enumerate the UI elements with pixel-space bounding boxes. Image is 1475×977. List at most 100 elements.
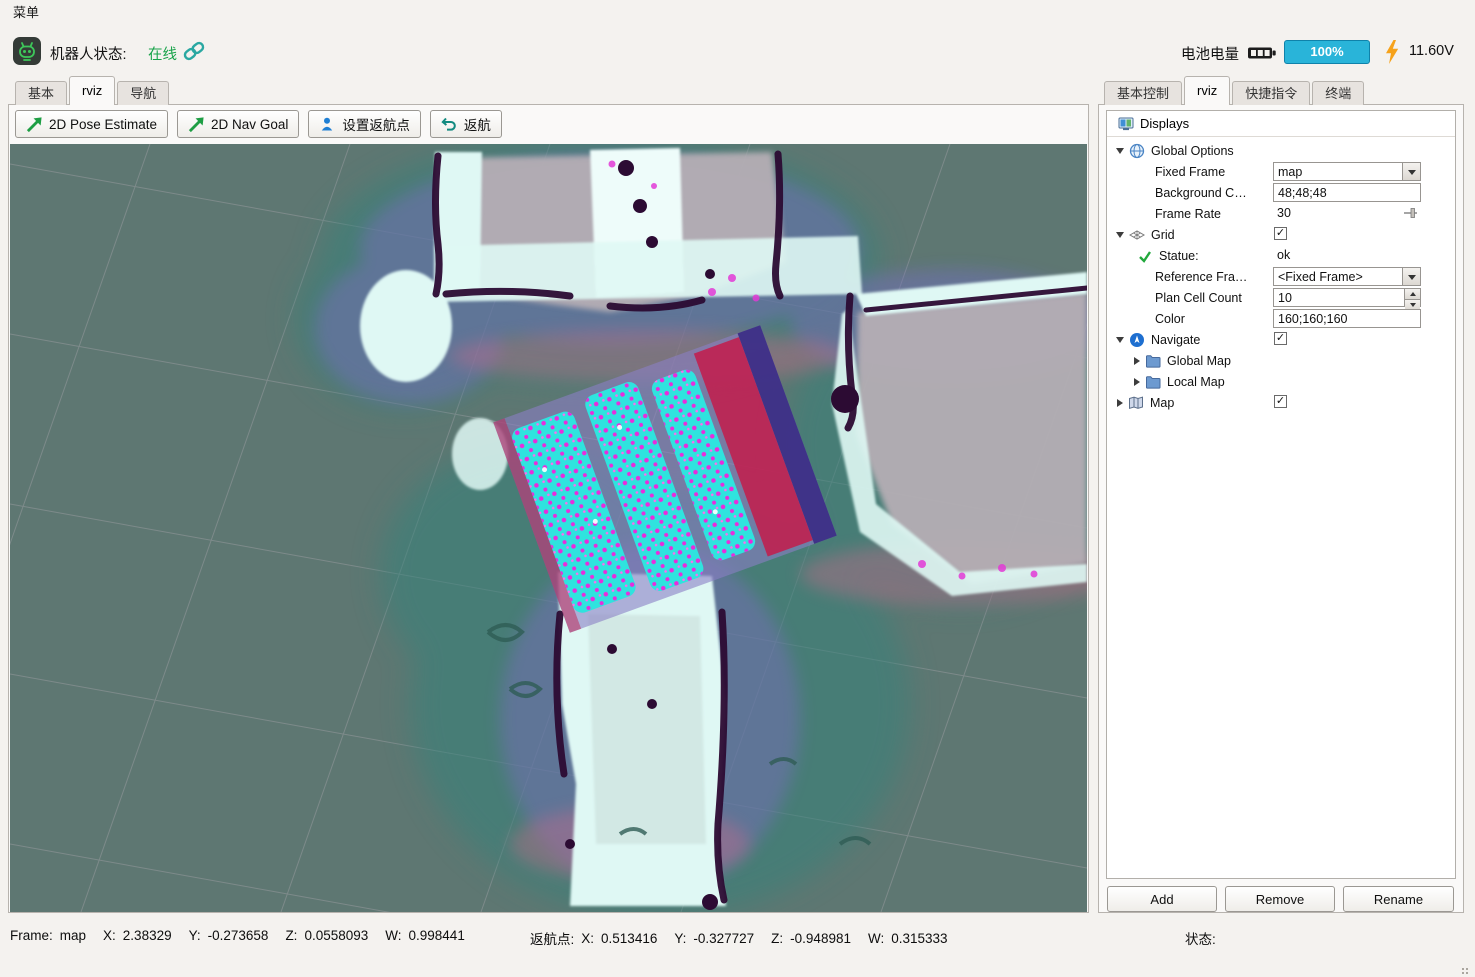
display-row-statue[interactable]: Statue: ok [1107,245,1455,266]
pose-estimate-label: 2D Pose Estimate [49,116,158,132]
pose-z-value: 0.0558093 [304,928,369,943]
home-point-status: 返航点: X: 0.513416 Y: -0.327727 Z: -0.9489… [530,928,965,948]
state-label: 状态: [1185,932,1216,947]
right-tab-bar: 基本控制 rviz 快捷指令 终端 [1104,76,1366,105]
pose-z-label: Z: [285,928,298,943]
home-y-label: Y: [674,930,687,946]
tab-basic[interactable]: 基本 [15,81,68,105]
display-row-global-map[interactable]: Global Map [1107,350,1455,371]
expander-icon[interactable] [1116,336,1124,343]
grid-checkbox[interactable] [1274,227,1287,240]
display-row-color[interactable]: Color 160;160;160 [1107,308,1455,329]
reference-frame-dropdown[interactable]: <Fixed Frame> [1273,267,1421,286]
display-row-plan-cell-count[interactable]: Plan Cell Count 10 [1107,287,1455,310]
set-home-label: 设置返航点 [342,118,410,133]
display-row-reference-frame[interactable]: Reference Fra… <Fixed Frame> [1107,266,1455,287]
pose-w-value: 0.998441 [408,928,465,943]
return-home-button[interactable]: 返航 [429,110,502,138]
displays-panel: Displays Global Options Fixed Frame map … [1106,110,1456,879]
display-row-background-color[interactable]: Background C… 48;48;48 [1107,182,1455,203]
home-z-label: Z: [771,930,784,946]
home-label: 返航点: [530,932,575,947]
expander-icon[interactable] [1134,377,1140,386]
resize-grip-icon[interactable] [1466,968,1468,970]
tab-rviz-panel[interactable]: rviz [1184,76,1231,105]
display-row-map[interactable]: Map [1107,392,1455,413]
rviz-3d-viewport[interactable] [10,144,1087,912]
set-home-button[interactable]: 设置返航点 [308,110,421,138]
home-x-value: 0.513416 [601,930,658,946]
dropdown-arrow-icon[interactable] [1402,268,1420,285]
displays-title: Displays [1140,116,1190,131]
app-window: { "menu": {"label": "菜单"}, "header": { "… [0,0,1475,977]
rviz-scene [10,144,1087,912]
background-color-field[interactable]: 48;48;48 [1273,183,1421,202]
home-y-value: -0.327727 [693,930,755,946]
remove-button[interactable]: Remove [1225,886,1335,912]
nav-goal-button[interactable]: 2D Nav Goal [177,110,300,138]
tab-navigation[interactable]: 导航 [117,81,170,105]
map-display-icon [1128,395,1144,411]
pose-estimate-button[interactable]: 2D Pose Estimate [15,110,169,138]
plan-cell-count-spinner[interactable]: 10 [1273,288,1421,310]
row-label: Statue: [1159,248,1199,263]
robot-status-label: 机器人状态: [50,47,127,63]
grid-display-icon [1129,227,1145,243]
row-label: Grid [1151,227,1175,242]
row-label: Frame Rate [1155,206,1221,221]
menu-bar: 菜单 [0,0,1475,26]
expander-icon[interactable] [1117,398,1123,407]
display-row-global-options[interactable]: Global Options [1107,140,1455,161]
expander-icon[interactable] [1116,231,1124,238]
set-home-person-icon [319,116,336,133]
fixed-frame-dropdown[interactable]: map [1273,162,1421,181]
map-checkbox[interactable] [1274,395,1287,408]
display-row-local-map[interactable]: Local Map [1107,371,1455,392]
color-field[interactable]: 160;160;160 [1273,309,1421,328]
frame-rate-value[interactable]: 30 [1277,206,1291,220]
frame-label: Frame: [10,928,53,943]
rename-button[interactable]: Rename [1343,886,1454,912]
row-label: Local Map [1167,374,1225,389]
display-row-fixed-frame[interactable]: Fixed Frame map [1107,161,1455,182]
rviz-view-panel: 2D Pose Estimate 2D Nav Goal 设置返航点 返航 [8,104,1089,913]
pose-y-label: Y: [188,928,201,943]
tab-basic-control[interactable]: 基本控制 [1104,81,1183,105]
pose-y-value: -0.273658 [207,928,269,943]
row-label: Global Options [1151,143,1234,158]
home-w-value: 0.315333 [891,930,948,946]
home-w-label: W: [867,930,885,946]
charging-bolt-icon [1384,39,1400,65]
frame-value: map [59,928,87,943]
voltage-value: 11.60V [1409,43,1454,59]
header: 机器人状态: 在线 电池电量 100% 11.60V [0,26,1475,78]
home-x-label: X: [581,930,595,946]
tab-rviz[interactable]: rviz [69,76,116,105]
return-arrow-icon [441,116,458,133]
row-label: Plan Cell Count [1155,290,1242,305]
row-label: Navigate [1151,332,1201,347]
spinner-value: 10 [1278,290,1292,305]
display-row-frame-rate[interactable]: Frame Rate 30 [1107,203,1455,224]
tab-quick-commands[interactable]: 快捷指令 [1232,81,1311,105]
display-row-navigate[interactable]: Navigate [1107,329,1455,350]
display-row-grid[interactable]: Grid [1107,224,1455,245]
spinner-buttons [1404,289,1420,310]
menu-button[interactable]: 菜单 [13,5,39,20]
navigate-checkbox[interactable] [1274,332,1287,345]
slider-handle-icon[interactable] [1403,206,1418,220]
dropdown-arrow-icon[interactable] [1402,163,1420,180]
tab-terminal[interactable]: 终端 [1312,81,1365,105]
expander-icon[interactable] [1116,147,1124,154]
nav-goal-arrow-icon [188,116,205,133]
battery-icon [1247,45,1277,61]
row-label: Background C… [1155,185,1247,200]
robot-status-value: 在线 [148,47,177,63]
row-label: Color [1155,311,1185,326]
robot-avatar-icon [12,36,42,66]
add-button[interactable]: Add [1107,886,1217,912]
navigate-icon [1129,332,1145,348]
battery-percent-badge[interactable]: 100% [1284,40,1370,64]
spin-up-icon[interactable] [1405,289,1420,299]
expander-icon[interactable] [1134,356,1140,365]
